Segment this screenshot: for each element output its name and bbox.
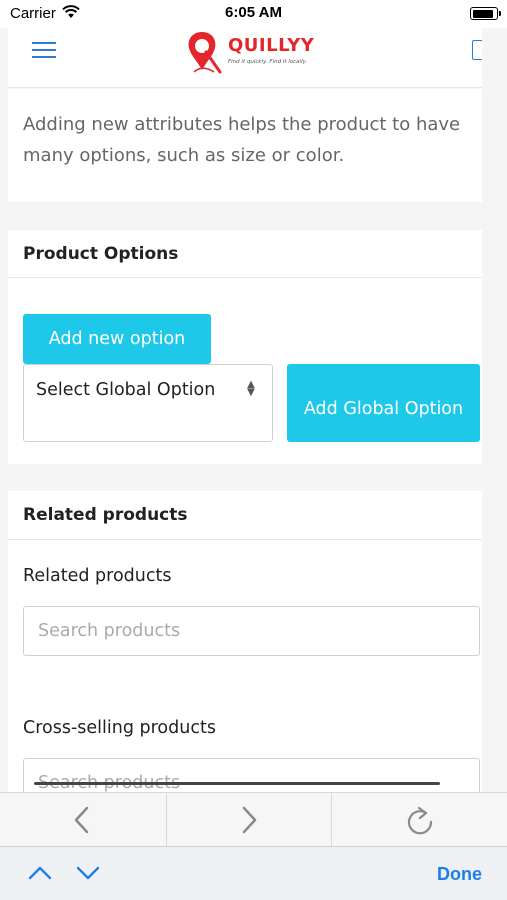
related-products-body: Related products Cross-selling products (8, 540, 482, 792)
add-new-option-button[interactable]: Add new option (23, 314, 211, 364)
select-value: Select Global Option (36, 380, 216, 400)
product-options-title: Product Options (23, 244, 179, 264)
global-option-select[interactable]: Select Global Option ▲ ▼ (23, 364, 273, 442)
reload-icon (407, 806, 433, 835)
related-products-title: Related products (23, 505, 188, 525)
product-options-header: Product Options (8, 230, 482, 278)
chevron-up-icon[interactable] (28, 865, 52, 881)
related-products-search-input[interactable] (23, 606, 480, 656)
web-page[interactable]: QUILLYY Find it quickly. Find it locally… (8, 28, 482, 792)
back-icon (74, 806, 89, 834)
hamburger-icon[interactable] (32, 42, 56, 60)
add-global-option-button[interactable]: Add Global Option (287, 364, 480, 442)
form-accessory-bar: Done (0, 846, 507, 900)
forward-button[interactable] (167, 793, 332, 847)
select-caret-icon: ▲ ▼ (247, 379, 255, 398)
brand-name: QUILLYY (228, 35, 315, 56)
product-options-body: Add new option Select Global Option ▲ ▼ A… (8, 278, 482, 464)
status-time: 6:05 AM (225, 4, 282, 21)
intro-panel: Adding new attributes helps the product … (8, 89, 482, 202)
reload-button[interactable] (332, 793, 507, 847)
back-button[interactable] (0, 793, 167, 847)
brand-tagline: Find it quickly. Find it locally. (228, 59, 308, 65)
status-bar: Carrier 6:05 AM (0, 0, 507, 28)
horizontal-scroll-indicator (34, 782, 440, 785)
browser-toolbar (0, 792, 507, 847)
cross-selling-label: Cross-selling products (23, 718, 216, 738)
related-products-label: Related products (23, 566, 172, 586)
related-products-header: Related products (8, 491, 482, 540)
intro-text: Adding new attributes helps the product … (23, 114, 461, 166)
forward-icon (242, 806, 257, 834)
site-header: QUILLYY Find it quickly. Find it locally… (8, 28, 482, 88)
chevron-down-icon[interactable] (76, 865, 100, 881)
cross-selling-search-input[interactable] (23, 758, 480, 792)
location-pin-icon (188, 32, 222, 74)
cart-icon[interactable] (472, 40, 482, 60)
battery-icon (470, 7, 501, 20)
done-button[interactable]: Done (437, 864, 482, 885)
brand-logo[interactable]: QUILLYY Find it quickly. Find it locally… (184, 30, 324, 74)
